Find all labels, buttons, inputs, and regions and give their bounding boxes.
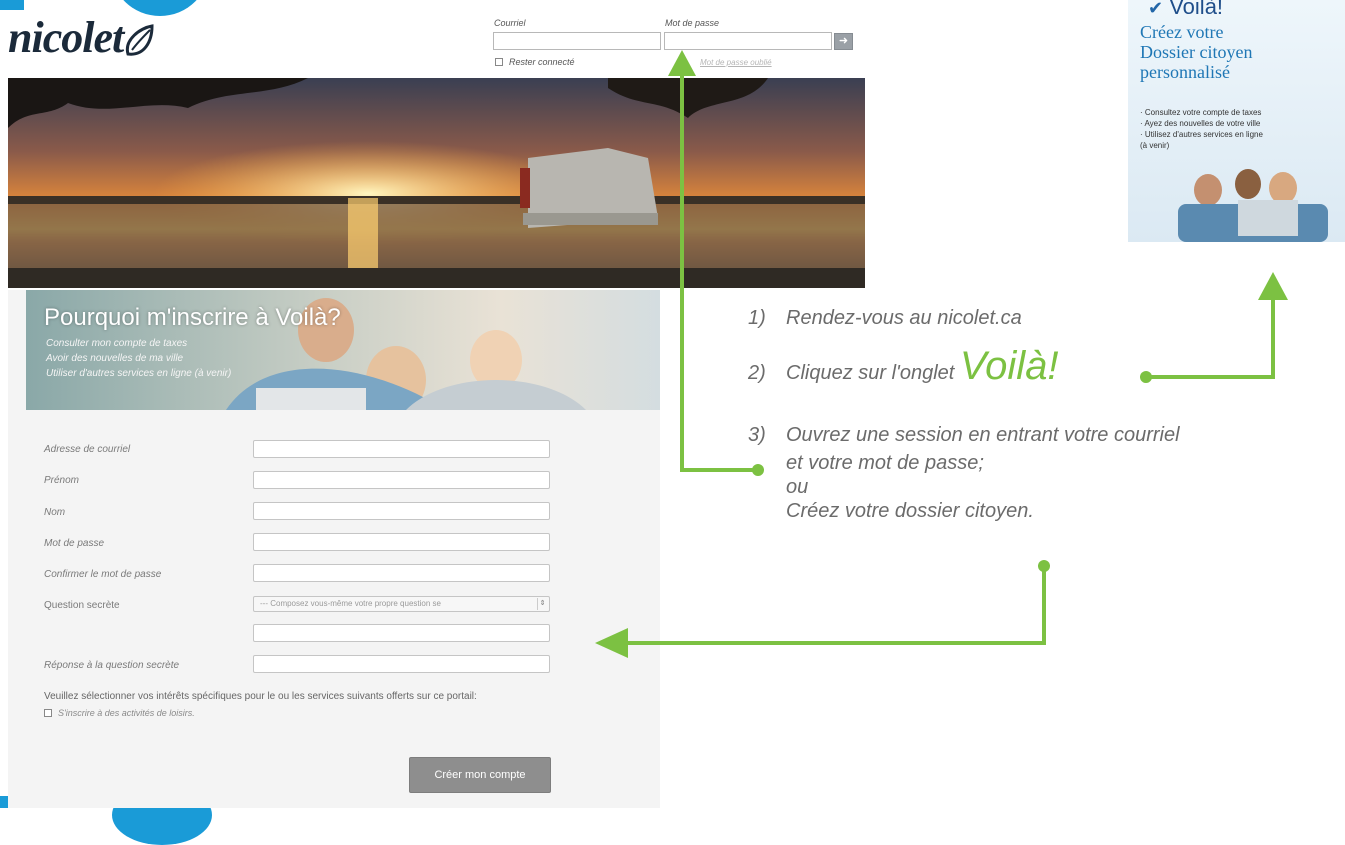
arrowhead-left-form [595,628,628,658]
arrow-to-form [625,566,1046,645]
arrow-to-promo [1146,300,1275,379]
arrow-to-login [680,70,758,472]
arrowhead-up-promo [1258,272,1288,300]
dot-create [1038,560,1050,572]
dot-step3 [752,464,764,476]
annotation-arrows [595,50,1288,658]
dot-step2 [1140,371,1152,383]
arrowhead-up-login [668,50,696,76]
